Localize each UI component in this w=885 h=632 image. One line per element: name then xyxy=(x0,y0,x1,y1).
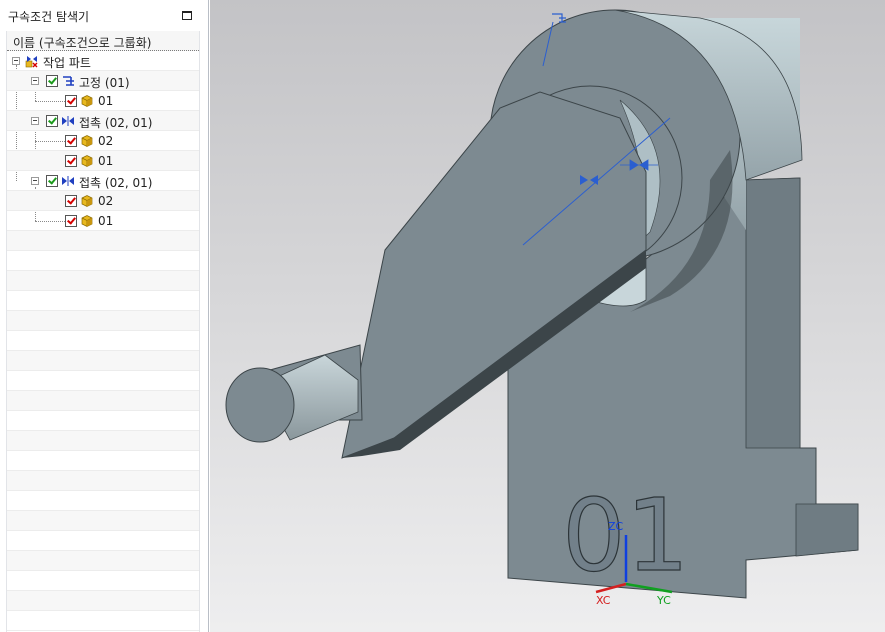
empty-row xyxy=(7,291,199,311)
constraint-checkbox[interactable] xyxy=(46,115,58,127)
empty-row xyxy=(7,471,199,491)
column-header-label: 이름 (구속조건으로 그룹화) xyxy=(13,36,152,50)
component-checkbox[interactable] xyxy=(65,95,77,107)
graphics-viewport[interactable]: 01 ZC XC YC xyxy=(210,0,885,632)
constraint-checkbox[interactable] xyxy=(46,175,58,187)
component-cube-icon xyxy=(81,95,93,107)
assembly-part-icon xyxy=(25,56,38,68)
panel-title: 구속조건 탐색기 xyxy=(8,10,90,24)
collapse-icon[interactable] xyxy=(31,77,39,85)
panel-header: 구속조건 탐색기 xyxy=(0,0,208,30)
empty-row xyxy=(7,251,199,271)
empty-row xyxy=(7,311,199,331)
tree-node-label: 작업 파트 xyxy=(43,56,91,70)
touch-align-icon xyxy=(62,176,74,186)
empty-row xyxy=(7,531,199,551)
empty-row xyxy=(7,411,199,431)
component-checkbox[interactable] xyxy=(65,135,77,147)
pin-end-face[interactable] xyxy=(225,367,295,443)
component-cube-icon xyxy=(81,155,93,167)
tree-node-component[interactable]: 01 xyxy=(7,211,199,231)
base-side-face xyxy=(745,177,801,449)
empty-row xyxy=(7,351,199,371)
tree-node-component[interactable]: 02 xyxy=(7,131,199,151)
empty-row xyxy=(7,491,199,511)
component-checkbox[interactable] xyxy=(65,195,77,207)
component-cube-icon xyxy=(81,215,93,227)
collapse-icon[interactable] xyxy=(31,117,39,125)
component-cube-icon xyxy=(81,195,93,207)
empty-row xyxy=(7,391,199,411)
empty-row xyxy=(7,591,199,611)
empty-row xyxy=(7,611,199,631)
tree-node-component[interactable]: 01 xyxy=(7,91,199,111)
empty-row xyxy=(7,551,199,571)
tree-node-work-part[interactable]: 작업 파트 xyxy=(7,51,199,71)
z-axis-label: ZC xyxy=(608,520,624,533)
tree-node-touch-constraint[interactable]: 접촉 (02, 01) xyxy=(7,171,199,191)
empty-row xyxy=(7,571,199,591)
tree-node-label: 02 xyxy=(98,134,114,148)
collapse-icon[interactable] xyxy=(12,57,20,65)
empty-row xyxy=(7,271,199,291)
tree-node-label: 02 xyxy=(98,194,114,208)
tree-node-label: 01 xyxy=(98,154,114,168)
empty-row xyxy=(7,511,199,531)
component-cube-icon xyxy=(81,135,93,147)
tree-node-fixed-constraint[interactable]: 고정 (01) xyxy=(7,71,199,91)
constraint-navigator-panel: 구속조건 탐색기 이름 (구속조건으로 그룹화) 작업 파트 고정 (01) 0… xyxy=(0,0,209,632)
component-checkbox[interactable] xyxy=(65,155,77,167)
touch-align-icon xyxy=(62,116,74,126)
constraint-tree: 이름 (구속조건으로 그룹화) 작업 파트 고정 (01) 01 접촉 (02,… xyxy=(6,31,200,632)
empty-row xyxy=(7,231,199,251)
tree-node-touch-constraint[interactable]: 접촉 (02, 01) xyxy=(7,111,199,131)
tree-node-label: 고정 (01) xyxy=(79,76,130,90)
model-view[interactable]: 01 ZC XC YC xyxy=(210,0,885,632)
x-axis-label: XC xyxy=(596,594,611,607)
empty-row xyxy=(7,451,199,471)
empty-row xyxy=(7,431,199,451)
collapse-icon[interactable] xyxy=(31,177,39,185)
empty-row xyxy=(7,371,199,391)
empty-row xyxy=(7,331,199,351)
maximize-icon[interactable] xyxy=(182,11,192,20)
column-header-name[interactable]: 이름 (구속조건으로 그룹화) xyxy=(7,31,199,51)
tree-node-label: 01 xyxy=(98,94,114,108)
tree-node-label: 접촉 (02, 01) xyxy=(79,116,153,130)
tree-node-component[interactable]: 02 xyxy=(7,191,199,211)
tree-node-label: 01 xyxy=(98,214,114,228)
tree-node-component[interactable]: 01 xyxy=(7,151,199,171)
component-checkbox[interactable] xyxy=(65,215,77,227)
constraint-checkbox[interactable] xyxy=(46,75,58,87)
base-foot-face xyxy=(795,503,859,557)
tree-node-label: 접촉 (02, 01) xyxy=(79,176,153,190)
fixed-constraint-icon xyxy=(63,76,74,86)
y-axis-label: YC xyxy=(656,594,671,607)
